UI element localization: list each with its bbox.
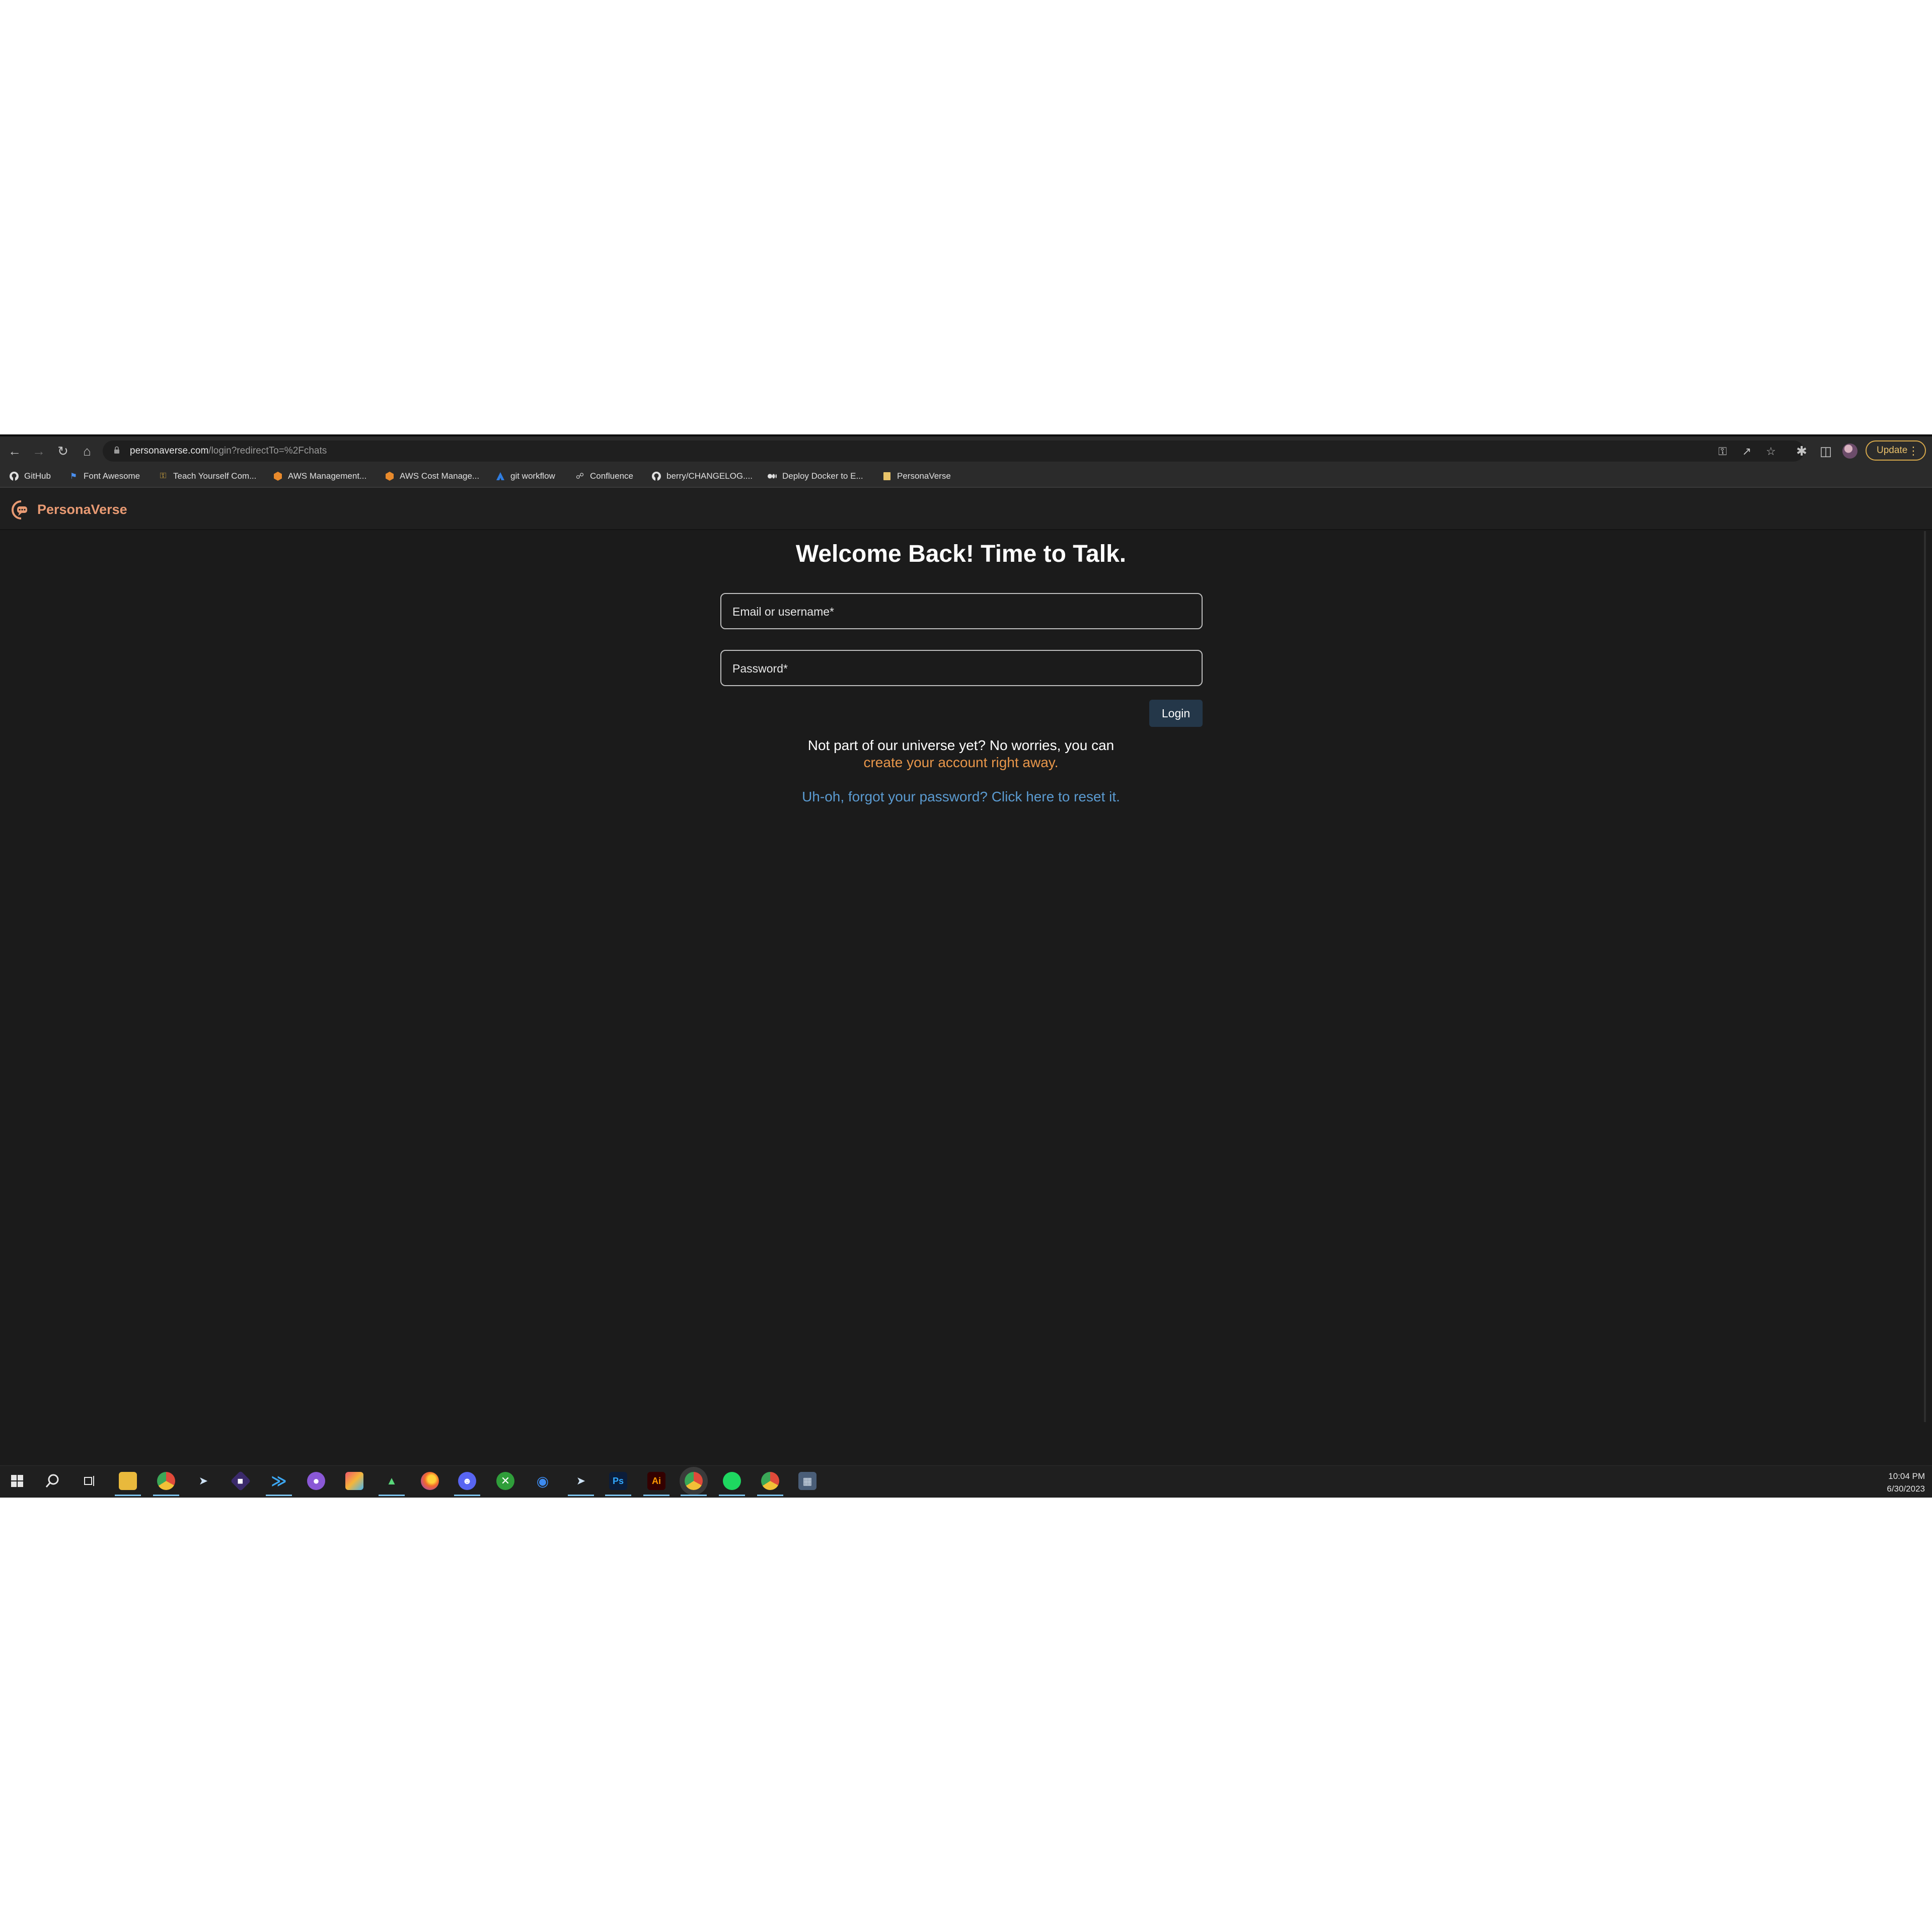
password-field-label: Password* (732, 662, 788, 675)
globe-icon: ☍ (575, 472, 584, 481)
app-header: PersonaVerse (0, 488, 1932, 530)
firefox-icon[interactable] (421, 1472, 439, 1490)
back-icon[interactable]: ← (7, 443, 22, 459)
bookmark-github[interactable]: GitHub (9, 471, 51, 482)
chrome-icon[interactable] (757, 1472, 783, 1496)
lock-icon (114, 446, 119, 454)
email-field-label: Email or username* (732, 605, 834, 618)
bookmark-deploy-docker[interactable]: Deploy Docker to E... (767, 471, 863, 482)
extensions-icon[interactable]: ✱ (1794, 443, 1809, 459)
github-desktop-icon[interactable]: ● (307, 1472, 325, 1490)
bookmarks-bar: GitHub ⚑ Font Awesome ⚿ Teach Yourself C… (0, 465, 1932, 488)
vscode-icon[interactable]: ≫ (266, 1472, 292, 1496)
steam-icon[interactable]: ➤ (568, 1472, 594, 1496)
photoshop-icon[interactable]: Ps (605, 1472, 631, 1496)
menu-dots-icon: ⋮ (1908, 444, 1919, 457)
reload-icon[interactable]: ↻ (55, 443, 70, 459)
clock-time: 10:04 PM (1888, 1471, 1925, 1481)
signup-prompt: Not part of our universe yet? No worries… (807, 737, 1114, 753)
login-button[interactable]: Login (1149, 700, 1203, 727)
brand-name[interactable]: PersonaVerse (37, 502, 127, 517)
illustrator-icon[interactable]: Ai (643, 1472, 670, 1496)
share-icon[interactable]: ↗ (1741, 445, 1753, 458)
spotify-icon[interactable] (719, 1472, 745, 1496)
aws-box-icon (385, 471, 395, 481)
bookmark-berry-changelog[interactable]: berry/CHANGELOG.... (651, 471, 753, 482)
folder-icon (882, 471, 892, 481)
bookmark-personaverse[interactable]: PersonaVerse (882, 471, 951, 482)
task-view-icon[interactable] (81, 1472, 99, 1490)
atlassian-icon (495, 471, 505, 481)
scrollbar[interactable] (1924, 531, 1926, 1422)
bookmark-star-icon[interactable]: ☆ (1765, 445, 1777, 458)
browser-toolbar: ← → ↻ ⌂ personaverse.com/login?redirectT… (0, 434, 1932, 465)
github-icon (9, 471, 19, 481)
calculator-icon[interactable]: ▦ (798, 1472, 816, 1490)
forgot-password-link-text[interactable]: Uh-oh, forgot your password? Click here … (802, 789, 1120, 804)
bookmark-aws-management[interactable]: AWS Management... (273, 471, 366, 482)
forgot-password-link: Uh-oh, forgot your password? Click here … (0, 788, 1922, 805)
create-account-link: create your account right away. (0, 754, 1922, 771)
app-icon[interactable]: ▲ (379, 1472, 405, 1496)
creative-cloud-icon[interactable] (345, 1472, 363, 1490)
bookmark-font-awesome[interactable]: ⚑ Font Awesome (68, 471, 140, 482)
bookmark-teach-yourself[interactable]: ⚿ Teach Yourself Com... (158, 471, 256, 482)
steam-icon[interactable]: ➤ (194, 1472, 212, 1490)
page-title: Welcome Back! Time to Talk. (795, 541, 1127, 567)
github-icon (651, 471, 661, 481)
update-button[interactable]: Update ⋮ (1866, 440, 1926, 461)
search-icon[interactable] (43, 1472, 61, 1490)
screen: ← → ↻ ⌂ personaverse.com/login?redirectT… (0, 434, 1932, 1498)
aws-box-icon (273, 471, 283, 481)
key-icon: ⚿ (160, 472, 167, 480)
profile-avatar[interactable] (1842, 443, 1857, 459)
create-account-link-text[interactable]: create your account right away. (863, 755, 1058, 770)
home-icon[interactable]: ⌂ (80, 443, 95, 459)
file-explorer-icon[interactable] (115, 1472, 141, 1496)
maps-icon[interactable]: ◉ (534, 1472, 552, 1490)
bookmark-aws-cost[interactable]: AWS Cost Manage... (385, 471, 479, 482)
bookmark-confluence[interactable]: ☍ Confluence (575, 471, 633, 482)
password-field[interactable]: Password* (720, 650, 1203, 686)
personaverse-logo-icon[interactable] (10, 499, 32, 521)
bookmark-git-workflow[interactable]: git workflow (495, 471, 555, 482)
medium-icon (767, 471, 777, 481)
side-panel-icon[interactable]: ◫ (1818, 443, 1833, 459)
password-key-icon[interactable]: ⚿ (1717, 445, 1729, 458)
git-icon[interactable]: ◆ (230, 1470, 251, 1492)
flag-icon: ⚑ (69, 472, 78, 481)
xbox-icon[interactable]: ✕ (496, 1472, 514, 1490)
url-text: personaverse.com/login?redirectTo=%2Fcha… (130, 445, 327, 456)
chrome-icon[interactable] (681, 1472, 707, 1496)
email-field[interactable]: Email or username* (720, 593, 1203, 629)
chrome-icon[interactable] (153, 1472, 179, 1496)
windows-start-icon[interactable] (8, 1472, 26, 1490)
system-clock[interactable]: 10:04 PM 6/30/2023 (1887, 1470, 1925, 1495)
address-bar[interactable]: personaverse.com/login?redirectTo=%2Fcha… (103, 440, 1804, 462)
discord-icon[interactable]: ☻ (454, 1472, 480, 1496)
taskbar: ➤ ◆ ≫ ● ▲ ☻ ✕ ◉ ➤ Ps Ai ▦ 10:04 PM 6/30/… (0, 1465, 1932, 1498)
forward-icon[interactable]: → (31, 443, 46, 459)
clock-date: 6/30/2023 (1887, 1484, 1925, 1494)
